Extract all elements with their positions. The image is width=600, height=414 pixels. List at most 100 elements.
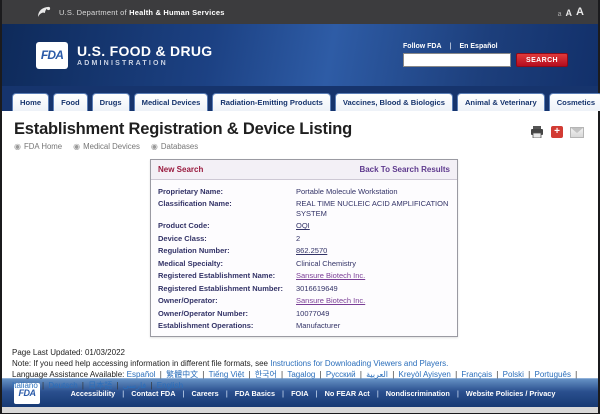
field-label: Registered Establishment Name: [158,271,296,281]
field-label: Classification Name: [158,199,296,218]
site-search-input[interactable] [403,53,511,67]
language-separator: | [158,370,165,379]
main-content: Establishment Registration & Device List… [2,111,598,378]
file-formats-note: Note: If you need help accessing informa… [12,358,588,369]
language-link-tagalog[interactable]: Tagalog [287,370,315,379]
nav-tab-drugs[interactable]: Drugs [92,93,130,111]
follow-fda-link[interactable]: Follow FDA [403,43,442,50]
field-label: Product Code: [158,221,296,231]
field-value: 10077049 [296,309,329,319]
field-label: Device Class: [158,234,296,244]
language-link-polski[interactable]: Polski [503,370,524,379]
language-assistance-label: Language Assistance Available: [12,370,124,379]
breadcrumb-label: Databases [161,142,198,151]
browser-page: U.S. Department of Health & Human Servic… [2,0,598,413]
language-link-deutsch[interactable]: Deutsch [48,381,77,390]
breadcrumb-dot-icon: ◉ [14,143,21,151]
device-detail-card: New Search Back To Search Results Propri… [150,159,458,337]
site-search-button[interactable]: SEARCH [516,53,568,67]
field-label: Proprietary Name: [158,187,296,197]
font-size-small-button[interactable]: a [558,11,562,18]
breadcrumb-item-medical-devices[interactable]: ◉Medical Devices [73,142,140,151]
field-value: 3016619649 [296,284,338,294]
nav-tab-medical-devices[interactable]: Medical Devices [134,93,209,111]
language-link-[interactable]: Русский [326,370,356,379]
font-size-medium-button[interactable]: A [566,8,573,18]
table-row-establishment-operations: Establishment Operations:Manufacturer [158,320,450,333]
nav-tab-animal-veterinary[interactable]: Animal & Veterinary [457,93,545,111]
language-link-[interactable]: 繁體中文 [166,370,198,379]
language-separator: | [390,370,397,379]
field-value-link[interactable]: 862.2570 [296,246,327,256]
language-separator: | [317,370,324,379]
field-value: 2 [296,234,300,244]
viewers-players-link[interactable]: Instructions for Downloading Viewers and… [270,359,448,368]
field-value: Manufacturer [296,321,340,331]
language-link-english[interactable]: English [157,381,183,390]
language-separator: | [148,381,155,390]
detail-card-toolbar: New Search Back To Search Results [151,160,457,180]
language-link-krey-l-ayisyen[interactable]: Kreyòl Ayisyen [399,370,451,379]
share-icon[interactable] [550,126,564,138]
fda-header: FDA U.S. FOOD & DRUG ADMINISTRATION Foll… [2,24,598,86]
breadcrumb-dot-icon: ◉ [73,143,80,151]
nav-tab-list: HomeFoodDrugsMedical DevicesRadiation-Em… [12,93,588,111]
nav-tab-radiation-emitting-products[interactable]: Radiation-Emitting Products [212,93,331,111]
table-row-registered-establishment-name: Registered Establishment Name:Sansure Bi… [158,270,450,283]
field-value-link[interactable]: Sansure Biotech Inc. [296,296,365,306]
new-search-link[interactable]: New Search [158,165,203,174]
brand-subtitle: ADMINISTRATION [77,60,212,67]
print-icon[interactable] [530,126,544,138]
table-row-registered-establishment-number: Registered Establishment Number:30166196… [158,282,450,295]
back-to-search-results-link[interactable]: Back To Search Results [359,165,450,174]
header-link-separator: | [450,43,452,50]
table-row-classification-name: Classification Name:REAL TIME NUCLEIC AC… [158,198,450,220]
nav-tab-vaccines-blood-biologics[interactable]: Vaccines, Blood & Biologics [335,93,453,111]
en-espanol-link[interactable]: En Español [460,43,498,50]
breadcrumb-item-databases[interactable]: ◉Databases [151,142,198,151]
table-row-owner-operator: Owner/Operator:Sansure Biotech Inc. [158,295,450,308]
language-separator: | [494,370,501,379]
language-separator: | [573,370,577,379]
language-separator: | [453,370,460,379]
field-value-link[interactable]: OQI [296,221,310,231]
field-value-link[interactable]: Sansure Biotech Inc. [296,271,365,281]
language-assistance-row: Language Assistance Available: Español |… [12,369,588,391]
fda-logo[interactable]: FDA [36,42,68,69]
bottom-strip [2,407,598,413]
language-link-[interactable]: فارسی [123,381,147,390]
nav-tab-food[interactable]: Food [53,93,88,111]
table-row-medical-specialty: Medical Specialty:Clinical Chemistry [158,257,450,270]
language-link-portugu-s[interactable]: Português [534,370,570,379]
language-separator: | [200,370,207,379]
page-title: Establishment Registration & Device List… [14,120,352,139]
language-link-fran-ais[interactable]: Français [461,370,492,379]
language-separator: | [114,381,121,390]
language-link-[interactable]: 日本語 [88,381,112,390]
language-link-ti-ng-vi-t[interactable]: Tiếng Việt [209,370,245,379]
breadcrumb-dot-icon: ◉ [151,143,158,151]
language-link-[interactable]: 한국어 [255,370,277,379]
field-label: Registered Establishment Number: [158,284,296,294]
language-link-[interactable]: العربية [366,370,388,379]
font-size-large-button[interactable]: A [576,6,584,18]
table-row-device-class: Device Class:2 [158,232,450,245]
breadcrumb-item-fda-home[interactable]: ◉FDA Home [14,142,62,151]
detail-field-list: Proprietary Name:Portable Molecule Works… [151,180,457,336]
language-separator: | [279,370,286,379]
breadcrumb: ◉FDA Home◉Medical Devices◉Databases [14,142,352,151]
breadcrumb-label: Medical Devices [83,142,140,151]
nav-tab-home[interactable]: Home [12,93,49,111]
language-link-italiano[interactable]: Italiano [12,381,38,390]
table-row-product-code: Product Code:OQI [158,220,450,233]
primary-nav: HomeFoodDrugsMedical DevicesRadiation-Em… [2,86,598,111]
email-icon[interactable] [570,126,584,138]
field-label: Establishment Operations: [158,321,296,331]
language-separator: | [80,381,87,390]
field-value: REAL TIME NUCLEIC ACID AMPLIFICATION SYS… [296,199,450,218]
language-link-espa-ol[interactable]: Español [127,370,156,379]
field-label: Owner/Operator Number: [158,309,296,319]
language-separator: | [246,370,253,379]
field-value: Portable Molecule Workstation [296,187,398,197]
nav-tab-cosmetics[interactable]: Cosmetics [549,93,600,111]
